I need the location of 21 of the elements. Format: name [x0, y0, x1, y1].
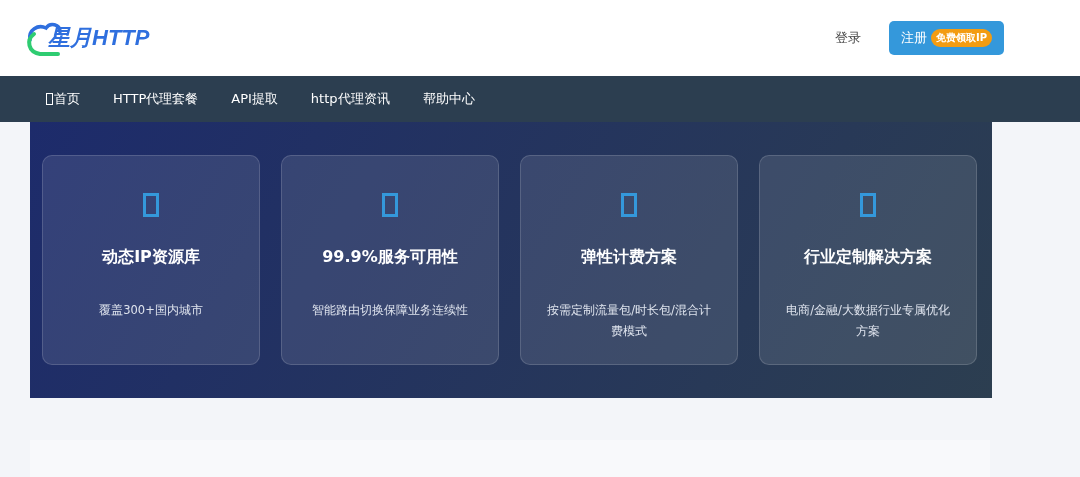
- box-icon: [860, 193, 876, 217]
- login-link[interactable]: 登录: [834, 29, 861, 47]
- logo-text: 星月HTTP: [48, 24, 150, 52]
- feature-title: 行业定制解决方案: [804, 247, 932, 268]
- nav-link[interactable]: 帮助中心: [422, 90, 475, 108]
- box-icon: [621, 193, 637, 217]
- nav-link[interactable]: 首页: [46, 90, 80, 108]
- feature-title: 动态IP资源库: [102, 247, 200, 268]
- feature-title: 99.9%服务可用性: [322, 247, 458, 268]
- feature-description: 电商/金融/大数据行业专属优化方案: [785, 302, 951, 340]
- box-icon: [382, 193, 398, 217]
- home-icon: [46, 93, 53, 105]
- feature-title: 弹性计费方案: [581, 247, 677, 268]
- feature-description: 覆盖300+国内城市: [99, 302, 203, 319]
- nav-link[interactable]: HTTP代理套餐: [113, 90, 199, 108]
- feature-description: 智能路由切换保障业务连续性: [312, 302, 468, 319]
- nav-link[interactable]: http代理资讯: [310, 90, 390, 108]
- feature-description: 按需定制流量包/时长包/混合计费模式: [546, 302, 712, 340]
- free-ip-badge: 免费领取IP: [930, 29, 992, 47]
- box-icon: [143, 193, 159, 217]
- nav-link[interactable]: API提取: [231, 90, 278, 108]
